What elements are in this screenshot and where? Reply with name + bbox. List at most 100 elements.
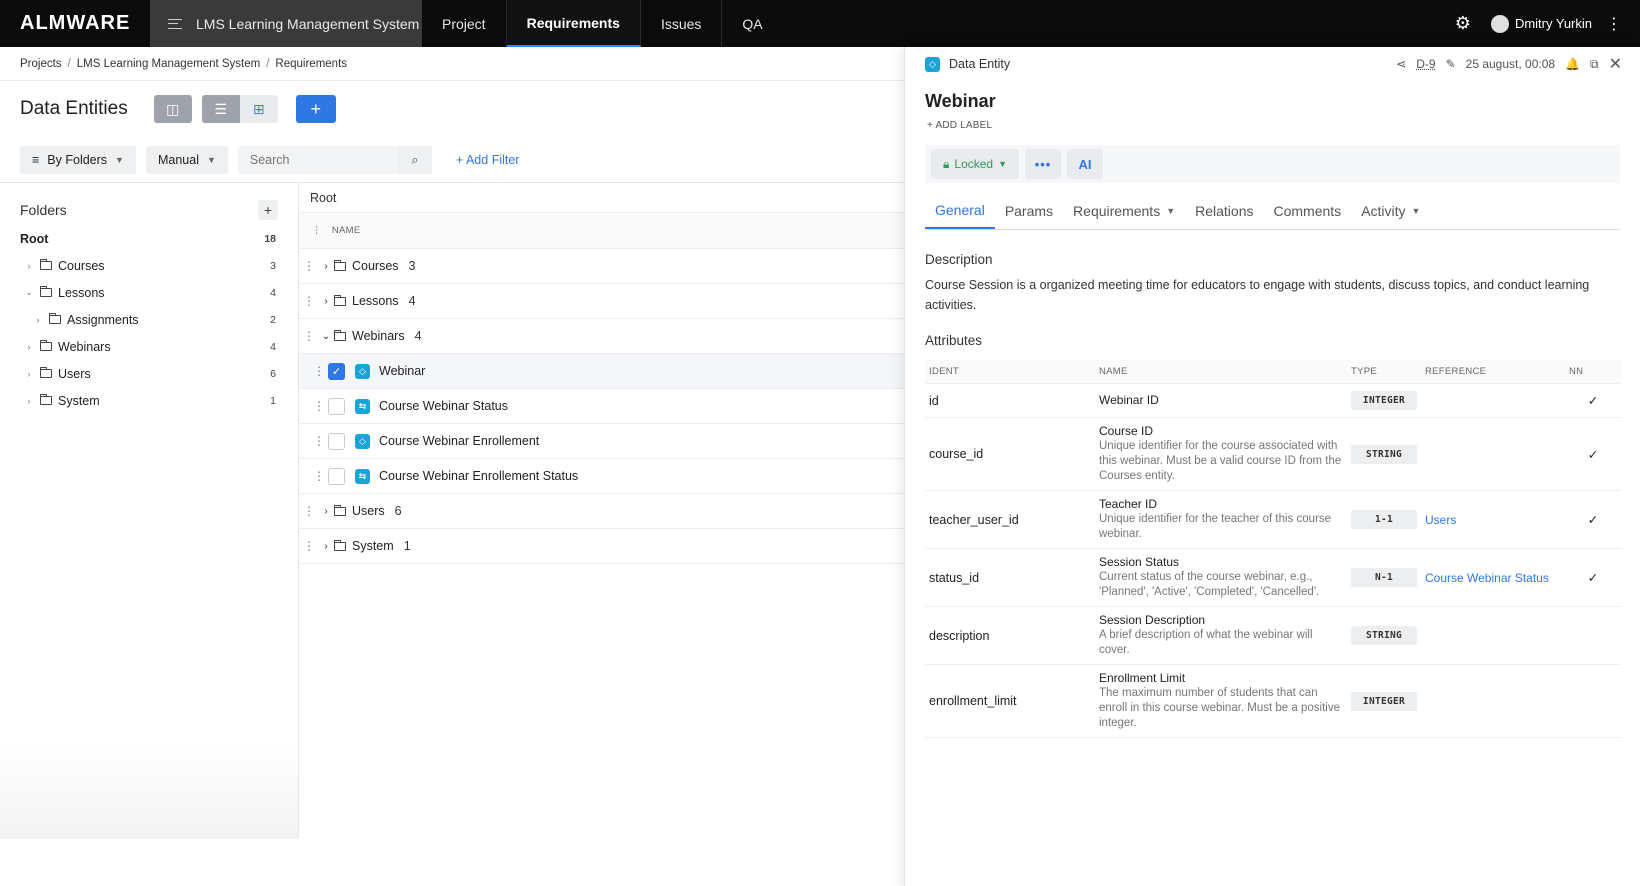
entity-title[interactable]: Webinar: [905, 81, 1640, 112]
folders-title: Folders: [20, 202, 67, 218]
chevron-right-icon[interactable]: ›: [31, 315, 45, 325]
breadcrumb-requirements[interactable]: Requirements: [275, 58, 347, 70]
folder-item-courses[interactable]: › Courses 3: [0, 252, 298, 279]
more-actions-button[interactable]: •••: [1025, 149, 1062, 179]
tab-params[interactable]: Params: [995, 193, 1063, 229]
close-icon[interactable]: ✕: [1609, 54, 1622, 74]
row-checkbox[interactable]: [328, 467, 345, 485]
reference-link[interactable]: Users: [1425, 513, 1456, 527]
nav-tab-requirements[interactable]: Requirements: [506, 0, 641, 47]
col-ident: IDENT: [925, 360, 1095, 384]
row-checkbox[interactable]: [328, 432, 345, 450]
tree-root-label: Root: [300, 183, 904, 213]
bell-icon[interactable]: 🔔: [1565, 57, 1580, 71]
app-logo[interactable]: ALMWARE: [0, 0, 150, 47]
share-icon[interactable]: ⋖: [1396, 57, 1406, 71]
folder-item-webinars[interactable]: › Webinars 4: [0, 333, 298, 360]
tab-relations[interactable]: Relations: [1185, 193, 1263, 229]
drag-handle-icon[interactable]: ⋮: [310, 469, 328, 483]
user-menu[interactable]: Dmitry Yurkin: [1490, 14, 1592, 33]
drag-handle-icon[interactable]: ⋮: [300, 329, 318, 343]
search-icon[interactable]: ⌕: [397, 145, 432, 174]
tab-requirements[interactable]: Requirements ▼: [1063, 193, 1185, 229]
chevron-right-icon[interactable]: ›: [22, 261, 36, 271]
folder-item-lessons[interactable]: ⌄ Lessons 4: [0, 279, 298, 306]
tree-row-folder[interactable]: ⋮ ⌄ Webinars 4: [300, 319, 904, 354]
add-label-button[interactable]: + ADD LABEL: [905, 112, 1640, 131]
tree-row-entity[interactable]: ⋮ ⇆ Course Webinar Enrollement Status: [300, 459, 904, 494]
folder-icon: [40, 286, 52, 297]
tree-row-entity[interactable]: ⋮ ◇ Course Webinar Enrollement: [300, 424, 904, 459]
lock-status-dropdown[interactable]: 🔒︎ Locked ▼: [931, 149, 1020, 179]
row-checkbox[interactable]: ✓: [328, 362, 345, 380]
drag-handle-icon[interactable]: ⋮: [310, 434, 328, 448]
add-entity-button[interactable]: +: [295, 95, 336, 123]
table-row[interactable]: status_id Session Status Current status o…: [925, 548, 1621, 607]
reference-link[interactable]: Course Webinar Status: [1425, 571, 1549, 585]
chevron-right-icon[interactable]: ›: [318, 541, 334, 552]
tree-row-folder[interactable]: ⋮ › Lessons 4: [300, 284, 904, 319]
chevron-right-icon[interactable]: ›: [22, 396, 36, 406]
nav-tab-issues[interactable]: Issues: [641, 0, 723, 47]
enum-entity-icon: ⇆: [355, 398, 370, 414]
drag-handle-icon[interactable]: ⋮: [310, 364, 328, 378]
sort-dropdown[interactable]: Manual ▼: [145, 145, 228, 174]
row-checkbox[interactable]: [328, 397, 345, 415]
attr-ident: enrollment_limit: [925, 664, 1095, 738]
folder-item-users[interactable]: › Users 6: [0, 360, 298, 387]
tree-row-folder[interactable]: ⋮ › Courses 3: [300, 249, 904, 284]
open-external-icon[interactable]: ⧉: [1590, 57, 1599, 72]
tab-activity[interactable]: Activity ▼: [1351, 193, 1430, 229]
tree-row-entity[interactable]: ⋮ ✓ ◇ Webinar: [300, 354, 904, 389]
folder-item-system[interactable]: › System 1: [0, 387, 298, 414]
table-row[interactable]: teacher_user_id Teacher ID Unique identif…: [925, 490, 1621, 549]
table-row[interactable]: course_id Course ID Unique identifier for…: [925, 417, 1621, 491]
project-switcher-button[interactable]: LMS Learning Management System: [150, 0, 422, 47]
add-filter-link[interactable]: + Add Filter: [456, 153, 520, 167]
top-navbar: ALMWARE LMS Learning Management System P…: [0, 0, 1640, 47]
column-menu-icon[interactable]: ⋮: [312, 225, 322, 236]
chevron-right-icon[interactable]: ›: [318, 261, 334, 272]
ai-button[interactable]: AI: [1067, 149, 1104, 179]
group-by-dropdown[interactable]: ≡ By Folders ▼: [20, 145, 136, 174]
breadcrumb-projects[interactable]: Projects: [20, 58, 62, 70]
sidebar-toggle-button[interactable]: ◫: [153, 95, 192, 123]
gear-icon[interactable]: ⚙: [1455, 13, 1471, 34]
nav-tab-project[interactable]: Project: [422, 0, 507, 47]
drag-handle-icon[interactable]: ⋮: [310, 399, 328, 413]
attributes-header-row: IDENT NAME TYPE REFERENCE NN: [925, 360, 1621, 384]
drag-handle-icon[interactable]: ⋮: [300, 259, 318, 273]
list-view-button[interactable]: ☰: [201, 95, 240, 123]
search-input[interactable]: [237, 145, 398, 174]
chevron-right-icon[interactable]: ›: [318, 506, 334, 517]
description-text[interactable]: Course Session is a organized meeting ti…: [905, 267, 1640, 315]
entity-id[interactable]: D-9: [1416, 57, 1435, 71]
folder-item-assignments[interactable]: › Assignments 2: [0, 306, 298, 333]
grid-view-button[interactable]: ⊞: [239, 95, 278, 123]
chevron-right-icon[interactable]: ›: [22, 369, 36, 379]
tree-row-folder[interactable]: ⋮ › System 1: [300, 529, 904, 564]
attr-name: Session Status: [1099, 555, 1180, 569]
tab-comments[interactable]: Comments: [1264, 193, 1352, 229]
tree-row-entity[interactable]: ⋮ ⇆ Course Webinar Status: [300, 389, 904, 424]
table-row[interactable]: description Session Description A brief d…: [925, 606, 1621, 665]
table-row[interactable]: enrollment_limit Enrollment Limit The max…: [925, 664, 1621, 738]
chevron-right-icon[interactable]: ›: [22, 342, 36, 352]
chevron-right-icon[interactable]: ›: [318, 296, 334, 307]
more-vertical-icon[interactable]: ⋮: [1606, 14, 1622, 34]
drag-handle-icon[interactable]: ⋮: [300, 539, 318, 553]
tree-row-folder[interactable]: ⋮ › Users 6: [300, 494, 904, 529]
folder-item-root[interactable]: Root 18: [0, 225, 298, 252]
breadcrumb-project[interactable]: LMS Learning Management System: [77, 58, 260, 70]
drag-handle-icon[interactable]: ⋮: [300, 504, 318, 518]
chevron-down-icon[interactable]: ⌄: [22, 287, 36, 298]
attr-name: Enrollment Limit: [1099, 671, 1186, 685]
tab-general[interactable]: General: [925, 193, 995, 229]
nav-tab-qa[interactable]: QA: [722, 0, 782, 47]
table-row[interactable]: id Webinar ID INTEGER ✓: [925, 383, 1621, 418]
column-name-header[interactable]: NAME: [332, 225, 361, 236]
chevron-down-icon[interactable]: ⌄: [318, 331, 334, 342]
col-name: NAME: [1095, 360, 1347, 384]
add-folder-button[interactable]: +: [258, 200, 278, 220]
drag-handle-icon[interactable]: ⋮: [300, 294, 318, 308]
